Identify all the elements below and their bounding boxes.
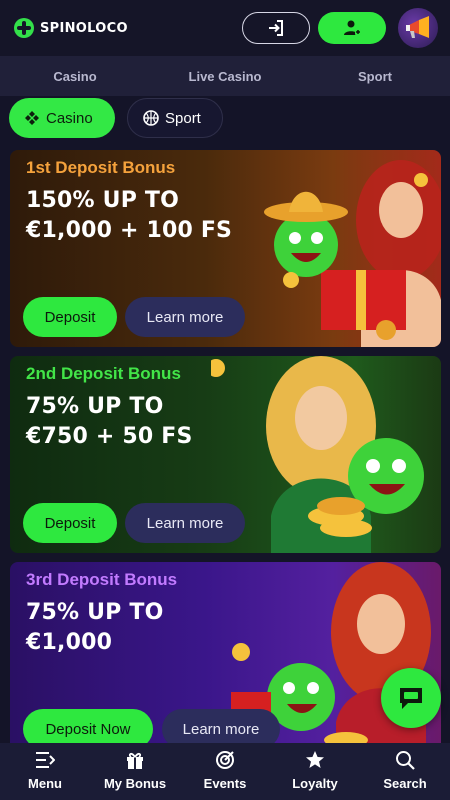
card-title-line2: €1,000 [26, 630, 113, 655]
card-title-line1: 150% UP TO [26, 188, 179, 213]
basketball-icon [143, 110, 159, 126]
top-navigation: Casino Live Casino Sport [0, 56, 450, 96]
card-title-line1: 75% UP TO [26, 394, 164, 419]
deposit-button[interactable]: Deposit [23, 297, 117, 337]
nav-loyalty-label: Loyalty [292, 776, 338, 791]
promo-button[interactable] [398, 8, 438, 48]
chip-casino-label: Casino [46, 109, 93, 127]
card-title-line2: €1,000 + 100 FS [26, 218, 233, 243]
nav-my-bonus[interactable]: My Bonus [90, 743, 180, 800]
card-label: 2nd Deposit Bonus [26, 364, 181, 383]
promo-art-2 [211, 356, 424, 553]
card-label: 3rd Deposit Bonus [26, 570, 178, 589]
chat-button[interactable] [381, 668, 441, 728]
tab-sport[interactable]: Sport [300, 56, 450, 96]
nav-menu-label: Menu [28, 776, 62, 791]
promo-card-3[interactable]: 3rd Deposit Bonus 75% UP TO €1,000 Depos… [10, 562, 441, 752]
tab-casino[interactable]: Casino [0, 56, 150, 96]
logo-text: SPINOLOCO [40, 20, 128, 36]
nav-events-label: Events [203, 776, 247, 791]
login-button[interactable] [242, 12, 310, 44]
chip-sport-label: Sport [165, 109, 201, 127]
learn-more-button[interactable]: Learn more [125, 297, 245, 337]
chat-icon [400, 688, 422, 709]
menu-icon [35, 750, 55, 770]
casino-icon [25, 111, 39, 125]
promo-art-1 [264, 160, 441, 347]
card-label: 1st Deposit Bonus [26, 158, 176, 177]
card-title: 150% UP TO €1,000 + 100 FS [26, 186, 232, 246]
search-icon [395, 750, 415, 770]
gift-icon [125, 750, 145, 770]
chip-sport[interactable]: Sport [127, 98, 223, 138]
nav-menu[interactable]: Menu [0, 743, 90, 800]
promo-card-1[interactable]: 1st Deposit Bonus 150% UP TO €1,000 + 10… [10, 150, 441, 347]
nav-search-label: Search [383, 776, 427, 791]
logo-mark-icon [14, 18, 34, 38]
card-title-line1: 75% UP TO [26, 600, 164, 625]
nav-my-bonus-label: My Bonus [103, 776, 167, 791]
card-title: 75% UP TO €750 + 50 FS [26, 392, 193, 452]
card-title-line2: €750 + 50 FS [26, 424, 193, 449]
category-chips: Casino Sport [9, 98, 223, 138]
nav-search[interactable]: Search [360, 743, 450, 800]
megaphone-icon [406, 16, 429, 38]
deposit-button[interactable]: Deposit [23, 503, 117, 543]
add-user-icon [344, 20, 361, 35]
header: SPINOLOCO [0, 0, 450, 56]
target-icon [215, 750, 235, 770]
nav-loyalty[interactable]: Loyalty [270, 743, 360, 800]
nav-events[interactable]: Events [180, 743, 270, 800]
logo[interactable]: SPINOLOCO [14, 18, 128, 38]
tab-live-casino[interactable]: Live Casino [150, 56, 300, 96]
star-icon [305, 750, 325, 770]
learn-more-button[interactable]: Learn more [125, 503, 245, 543]
promo-card-2[interactable]: 2nd Deposit Bonus 75% UP TO €750 + 50 FS… [10, 356, 441, 553]
login-icon [269, 20, 283, 36]
chip-casino[interactable]: Casino [9, 98, 115, 138]
register-button[interactable] [318, 12, 386, 44]
bottom-navigation: Menu My Bonus Events Loyalty Search [0, 743, 450, 800]
card-title: 75% UP TO €1,000 [26, 598, 163, 658]
